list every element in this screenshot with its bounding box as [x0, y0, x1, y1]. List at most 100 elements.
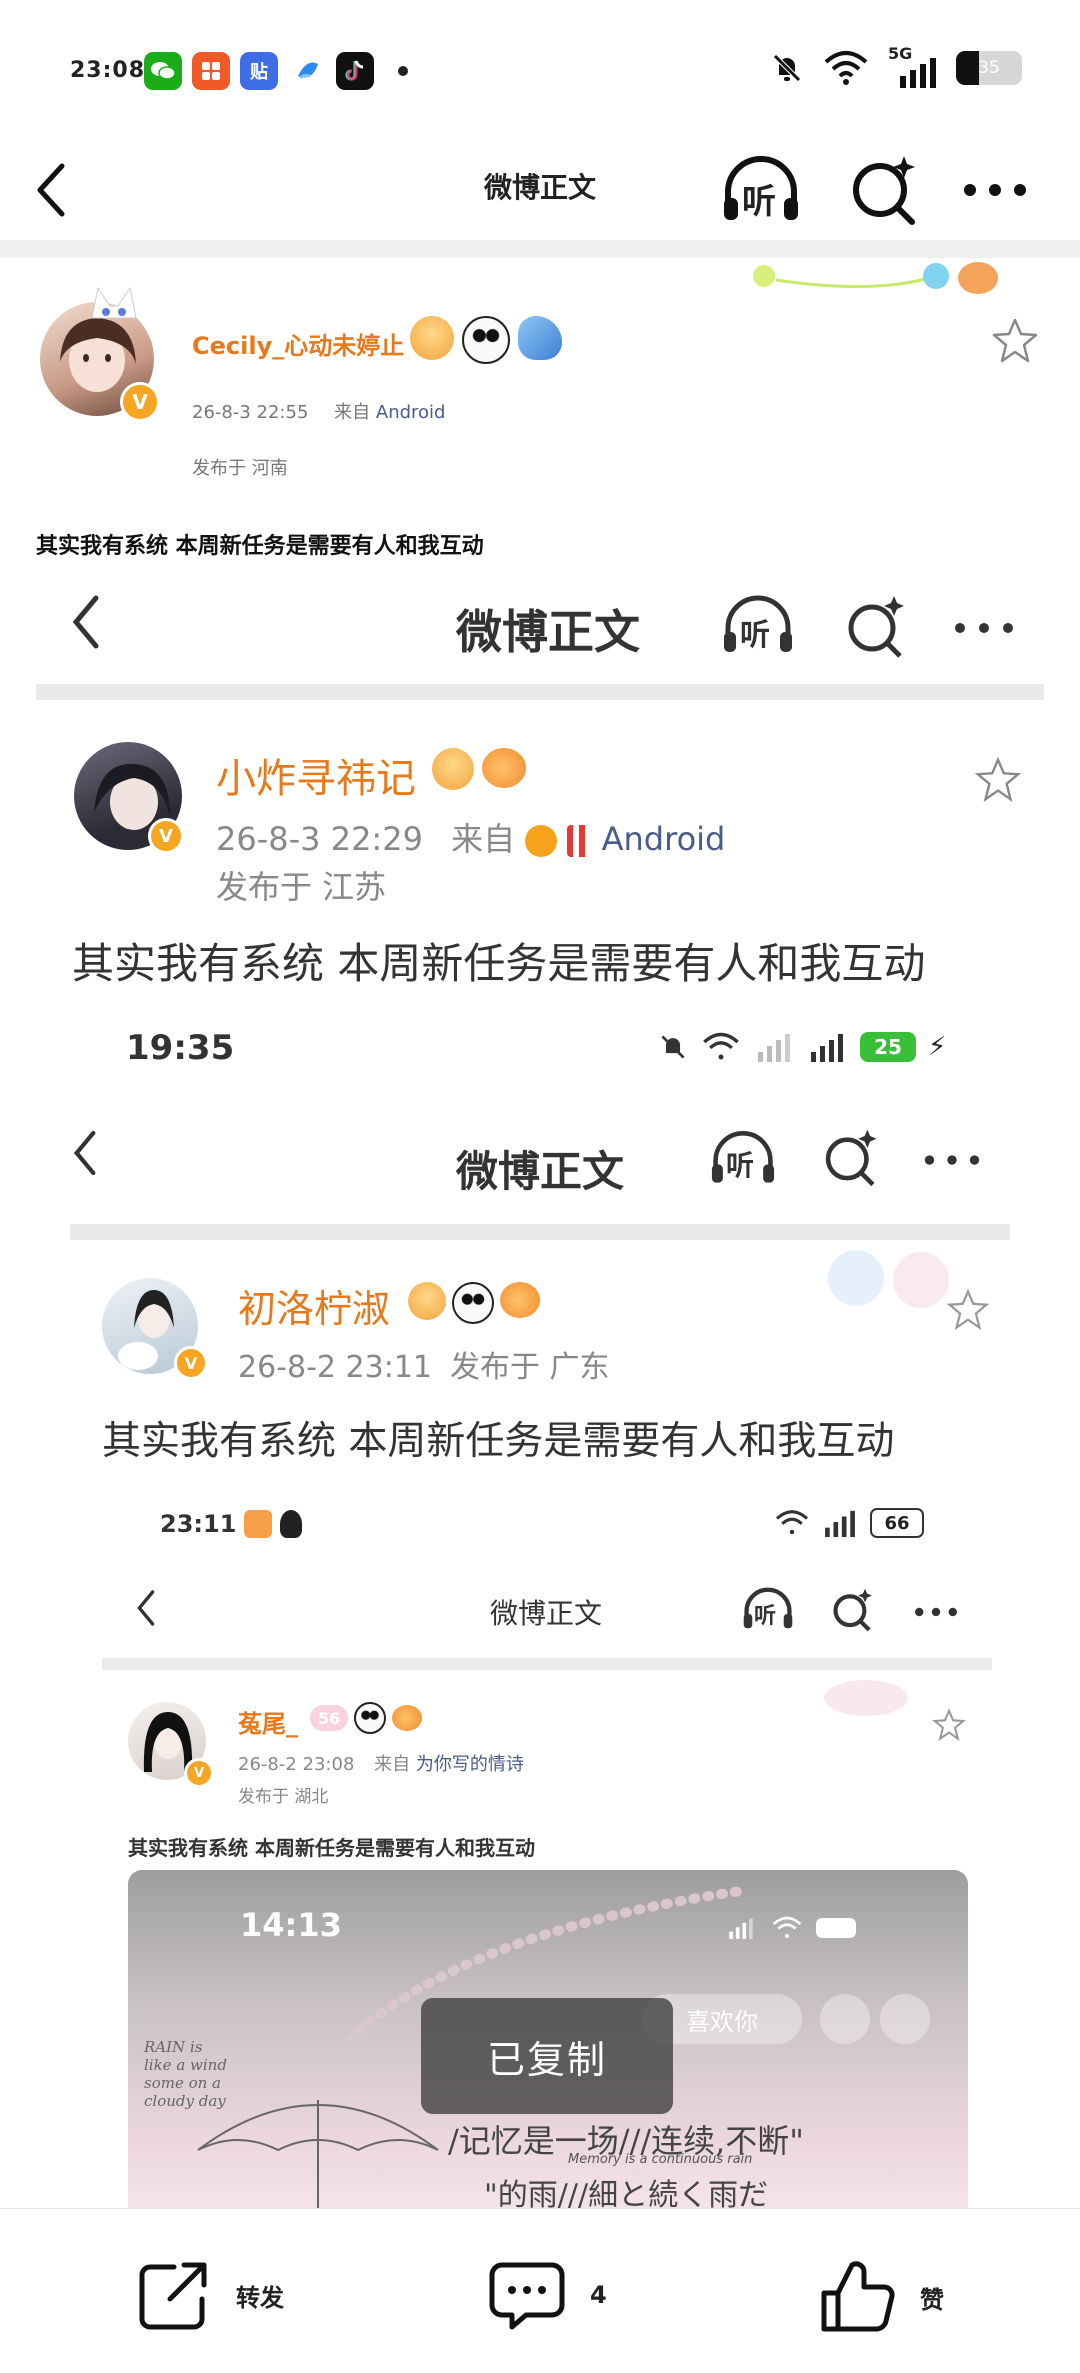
nested2-headphone-icon: 听: [708, 1126, 778, 1190]
post-text: 其实我有系统 本周新任务是需要有人和我互动: [36, 534, 484, 559]
nested2-star-icon: [946, 1288, 990, 1336]
avatar-cat-ears: [86, 282, 142, 322]
inner-search-circle: [820, 1994, 870, 2044]
post-username[interactable]: Cecily_心动未婷止: [192, 326, 404, 361]
nav-bar: 微博正文 听: [0, 140, 1080, 240]
post-source[interactable]: Android: [376, 402, 446, 423]
repost-label: 转发: [236, 2283, 284, 2312]
star-icon: [992, 318, 1038, 363]
charging-icon: ⚡: [928, 1032, 947, 1062]
bottom-action-bar: 转发 4 赞: [0, 2208, 1080, 2373]
battery-indicator: 35: [956, 51, 1022, 85]
nested1-headphone-icon: 听: [720, 590, 796, 660]
section-divider: [0, 240, 1080, 258]
post-image-screenshot[interactable]: 微博正文 听 V 小炸寻祎记 26-8-3 22:29 来自 Android 发…: [36, 578, 1044, 2208]
search-sparkle-icon: [853, 156, 915, 225]
nested2-verified-badge: V: [174, 1346, 208, 1380]
umbrella-drawing: [197, 2100, 439, 2208]
more-dots-icon: [964, 184, 1026, 196]
nested3-badges: 56: [310, 1702, 423, 1734]
favorite-star-button[interactable]: [990, 316, 1040, 370]
level-badge: 56: [310, 1705, 349, 1731]
nested3-verified-badge: V: [184, 1758, 214, 1788]
nested1-verified-badge: V: [148, 818, 184, 854]
wechat-icon: [144, 52, 182, 90]
like-button[interactable]: 赞: [818, 2259, 944, 2335]
nested3-battery: 66: [870, 1508, 924, 1538]
popcorn-icon: [567, 825, 592, 857]
crown-badge-icon: [408, 1282, 446, 1320]
like-label: 赞: [920, 2285, 944, 2314]
more-button[interactable]: [960, 170, 1030, 210]
fish-badge-icon: [392, 1705, 423, 1731]
nested3-title: 微博正文: [490, 1597, 603, 1630]
inner-time: 14:13: [240, 1906, 342, 1944]
nested1-badges: [432, 748, 526, 790]
nested1-star-icon: [974, 756, 1022, 808]
nested2-status-time: 19:35: [126, 1028, 235, 1068]
panda-badge-icon: [354, 1702, 387, 1734]
nested2-back-icon: [70, 1126, 100, 1184]
share-icon: [139, 2262, 207, 2330]
heart-app-icon: [244, 1510, 273, 1538]
nested3-meta: 26-8-2 23:08 来自 为你写的情诗: [238, 1754, 524, 1775]
nested2-badges: [408, 1282, 540, 1324]
verified-badge: V: [120, 382, 160, 422]
nested3-star-icon: [932, 1708, 966, 1746]
fish-badge-icon: [482, 748, 526, 788]
nested1-more-icon: [952, 618, 1016, 642]
comment-button[interactable]: 4: [488, 2259, 607, 2331]
nested3-location: 发布于 湖北: [238, 1787, 329, 1807]
nested3-more-icon: [912, 1604, 960, 1623]
nested3-divider: [102, 1658, 992, 1670]
nested1-back-icon: [68, 592, 104, 656]
status-bar: 23:08 贴 5G 35: [0, 0, 1080, 140]
nested1-title: 微博正文: [456, 605, 640, 659]
nested2-battery: 25: [860, 1032, 916, 1062]
crown-badge-icon: [432, 748, 474, 790]
panda-badge-icon: [462, 316, 510, 364]
nested1-location: 发布于 江苏: [216, 868, 387, 906]
nested3-headphone-icon: 听: [740, 1584, 796, 1634]
qq-icon: [280, 1510, 303, 1538]
tieba-icon: 贴: [240, 52, 278, 90]
nested2-meta: 26-8-2 23:11 发布于 广东: [238, 1350, 610, 1385]
nested2-title: 微博正文: [456, 1147, 625, 1196]
nested2-status-indicators: 25 ⚡: [658, 1032, 946, 1062]
comment-count: 4: [590, 2281, 607, 2309]
panda-badge-icon: [452, 1282, 494, 1324]
nested3-username: 菟尾_: [238, 1710, 298, 1738]
nested3-search-icon: [828, 1586, 876, 1638]
status-time: 23:08: [70, 58, 146, 83]
cellular-signal: 5G: [888, 44, 938, 88]
post-time: 26-8-3 22:55: [192, 402, 309, 423]
mute-bell-icon: [773, 54, 801, 82]
search-button[interactable]: [844, 150, 924, 230]
nested2-more-icon: [922, 1150, 982, 1174]
xiaohongshu-icon: [192, 52, 230, 90]
more-notifications-dot: [398, 66, 408, 76]
nested1-search-icon: [840, 592, 910, 666]
nested2-text: 其实我有系统 本周新任务是需要有人和我互动: [102, 1419, 895, 1464]
browser-icon: [288, 52, 326, 90]
post-location: 发布于 河南: [192, 458, 288, 479]
nested3-back-icon: [134, 1586, 158, 1634]
thumbs-up-icon: [821, 2261, 895, 2332]
nested3-sticker-decoration: [816, 1674, 916, 1724]
listen-label: 听: [742, 182, 776, 222]
listen-button[interactable]: 听: [718, 148, 804, 234]
douyin-icon: [336, 52, 374, 90]
shark-badge-icon: [518, 316, 562, 360]
post-meta: 26-8-3 22:55 来自 Android: [192, 398, 445, 424]
nested1-divider: [36, 684, 1044, 700]
wifi-icon: [824, 51, 868, 85]
comment-icon: [489, 2262, 565, 2330]
inner-more-circle: [880, 1994, 930, 2044]
card-decoration: [750, 258, 1010, 298]
nested3-text: 其实我有系统 本周新任务是需要有人和我互动: [128, 1836, 535, 1860]
nested3-status: 23:11: [160, 1510, 303, 1538]
repost-button[interactable]: 转发: [136, 2259, 284, 2331]
nested2-username: 初洛柠淑: [238, 1287, 391, 1331]
status-indicators: 5G 35: [770, 44, 1022, 88]
nested1-text: 其实我有系统 本周新任务是需要有人和我互动: [72, 939, 926, 988]
